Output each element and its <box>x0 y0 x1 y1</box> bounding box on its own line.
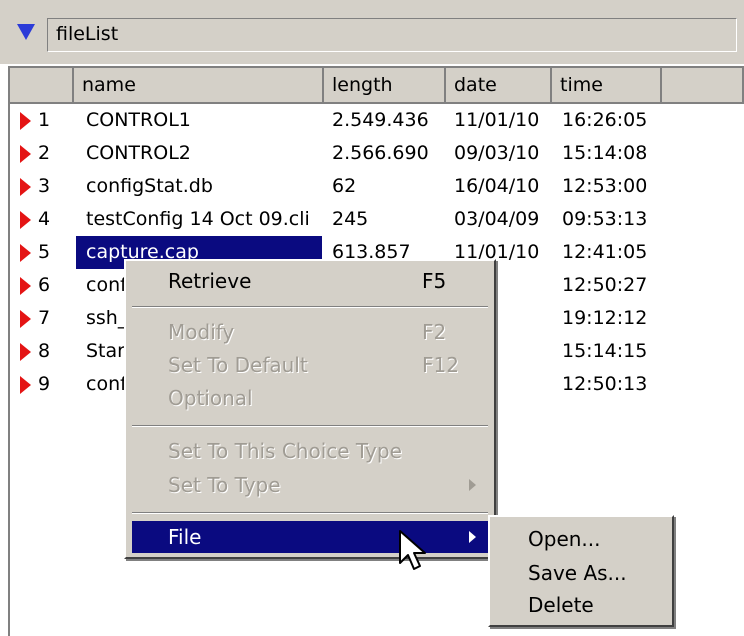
cell-length: 245 <box>332 208 369 230</box>
submenu-arrow-icon <box>469 479 476 491</box>
menu-item-set-to-this-choice-type[interactable]: Set To This Choice Type <box>132 435 488 467</box>
row-arrow-icon <box>20 112 31 130</box>
cell-name: CONTROL2 <box>86 142 191 164</box>
cell-length: 2.549.436 <box>332 109 429 131</box>
top-bar: fileList <box>0 0 744 64</box>
submenu-item-delete[interactable]: Delete <box>528 589 594 621</box>
cell-index: 7 <box>38 307 51 329</box>
menu-item-file[interactable]: File <box>132 521 488 553</box>
column-header-index[interactable] <box>10 68 74 104</box>
cell-index: 8 <box>38 340 51 362</box>
menu-item-retrieve[interactable]: Retrieve F5 <box>132 265 488 297</box>
cell-time: 09:53:13 <box>562 208 648 230</box>
menu-separator <box>132 306 488 308</box>
column-header-length[interactable]: length <box>324 68 446 104</box>
file-submenu: Open... Save As... Delete <box>488 515 674 627</box>
cell-time: 12:41:05 <box>562 241 648 263</box>
cell-time: 12:50:27 <box>562 274 648 296</box>
row-arrow-icon <box>20 343 31 361</box>
cell-date: 09/03/10 <box>454 142 540 164</box>
submenu-arrow-icon <box>469 531 476 543</box>
cell-length: 62 <box>332 175 357 197</box>
menu-item-set-to-type[interactable]: Set To Type <box>132 469 488 501</box>
cell-date: 11/01/10 <box>454 109 540 131</box>
submenu-item-open[interactable]: Open... <box>528 523 601 555</box>
column-header-filler <box>662 68 744 104</box>
collapse-triangle-icon[interactable] <box>17 24 35 40</box>
cell-index: 6 <box>38 274 51 296</box>
cell-name: conf <box>86 373 127 395</box>
row-arrow-icon <box>20 211 31 229</box>
cell-name: conf <box>86 274 127 296</box>
cell-time: 12:53:00 <box>562 175 648 197</box>
row-arrow-icon <box>20 244 31 262</box>
cell-index: 4 <box>38 208 51 230</box>
column-header-name[interactable]: name <box>74 68 324 104</box>
cell-time: 12:50:13 <box>562 373 648 395</box>
cell-time: 15:14:15 <box>562 340 648 362</box>
cell-index: 5 <box>38 241 51 263</box>
menu-item-set-to-default[interactable]: Set To Default F12 <box>132 349 488 381</box>
table-row[interactable]: 1 CONTROL1 2.549.436 11/01/10 16:26:05 <box>10 104 744 137</box>
cell-time: 19:12:12 <box>562 307 648 329</box>
menu-item-optional[interactable]: Optional <box>132 382 488 414</box>
row-arrow-icon <box>20 310 31 328</box>
cell-date: 03/04/09 <box>454 208 540 230</box>
filelist-field[interactable]: fileList <box>47 18 737 52</box>
cell-date: 16/04/10 <box>454 175 540 197</box>
row-arrow-icon <box>20 277 31 295</box>
cell-name: CONTROL1 <box>86 109 191 131</box>
menu-separator <box>132 425 488 427</box>
cell-name: configStat.db <box>86 175 213 197</box>
column-header-date[interactable]: date <box>446 68 552 104</box>
mouse-pointer-icon <box>399 530 426 570</box>
filelist-field-value: fileList <box>56 23 119 45</box>
table-row[interactable]: 3 configStat.db 62 16/04/10 12:53:00 <box>10 170 744 203</box>
context-menu: Retrieve F5 Modify F2 Set To Default F12… <box>124 259 496 559</box>
row-arrow-icon <box>20 145 31 163</box>
cell-index: 3 <box>38 175 51 197</box>
submenu-item-save-as[interactable]: Save As... <box>528 557 627 589</box>
cell-time: 15:14:08 <box>562 142 648 164</box>
cell-index: 1 <box>38 109 51 131</box>
cell-index: 2 <box>38 142 51 164</box>
table-row[interactable]: 4 testConfig 14 Oct 09.cli 245 03/04/09 09:5… <box>10 203 744 236</box>
cell-length: 2.566.690 <box>332 142 429 164</box>
row-arrow-icon <box>20 178 31 196</box>
cell-name: testConfig 14 Oct 09.cli <box>86 208 310 230</box>
menu-item-modify[interactable]: Modify F2 <box>132 316 488 348</box>
table-row[interactable]: 2 CONTROL2 2.566.690 09/03/10 15:14:08 <box>10 137 744 170</box>
menu-separator <box>132 512 488 514</box>
cell-time: 16:26:05 <box>562 109 648 131</box>
column-header-time[interactable]: time <box>552 68 662 104</box>
cell-index: 9 <box>38 373 51 395</box>
row-arrow-icon <box>20 376 31 394</box>
cell-name: ssh_ <box>86 307 128 329</box>
